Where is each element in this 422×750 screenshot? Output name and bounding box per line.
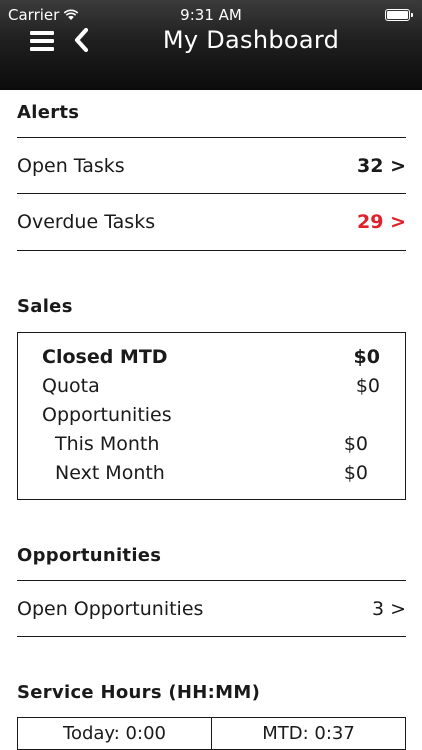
quota-value: $0 <box>355 375 380 397</box>
service-hours-section-title: Service Hours (HH:MM) <box>17 682 261 703</box>
closed-mtd-line: Closed MTD $0 <box>42 346 380 368</box>
closed-mtd-label: Closed MTD <box>42 346 168 368</box>
page-title: My Dashboard <box>162 26 340 54</box>
quota-label: Quota <box>42 375 100 397</box>
open-tasks-count: 32 > <box>357 155 406 177</box>
open-tasks-row[interactable]: Open Tasks 32 > <box>17 139 406 193</box>
open-tasks-label: Open Tasks <box>17 155 125 177</box>
next-month-label: Next Month <box>55 462 165 484</box>
menu-bar <box>30 39 54 43</box>
divider <box>17 250 406 251</box>
closed-mtd-value: $0 <box>353 346 380 368</box>
opportunities-section-title: Opportunities <box>17 545 162 566</box>
overdue-tasks-count: 29 > <box>357 211 406 233</box>
opportunities-label: Opportunities <box>42 404 172 426</box>
alerts-section-title: Alerts <box>17 102 80 123</box>
divider <box>17 580 406 581</box>
this-month-line: This Month $0 <box>55 433 368 455</box>
menu-icon[interactable] <box>30 31 54 51</box>
overdue-tasks-row[interactable]: Overdue Tasks 29 > <box>17 195 406 249</box>
sales-section-title: Sales <box>17 296 73 317</box>
overdue-tasks-label: Overdue Tasks <box>17 211 156 233</box>
service-hours-table: Today: 0:00 MTD: 0:37 <box>17 717 406 750</box>
today-hours-cell: Today: 0:00 <box>63 723 166 744</box>
divider <box>17 137 406 138</box>
sales-summary-box: Closed MTD $0 Quota $0 Opportunities Thi… <box>17 332 406 500</box>
divider <box>17 193 406 194</box>
divider <box>17 636 406 637</box>
menu-bar <box>30 31 54 35</box>
mtd-hours-cell: MTD: 0:37 <box>211 718 405 749</box>
open-opportunities-count: 3 > <box>371 598 406 620</box>
this-month-value: $0 <box>343 433 368 455</box>
menu-bar <box>30 47 54 51</box>
this-month-label: This Month <box>55 433 160 455</box>
open-opportunities-label: Open Opportunities <box>17 598 204 620</box>
next-month-value: $0 <box>343 462 368 484</box>
quota-line: Quota $0 <box>42 375 380 397</box>
nav-header: Carrier 9:31 AM My Dashboard <box>0 0 422 90</box>
next-month-line: Next Month $0 <box>55 462 368 484</box>
back-chevron-icon[interactable] <box>72 27 90 53</box>
status-time: 9:31 AM <box>180 6 242 24</box>
open-opportunities-row[interactable]: Open Opportunities 3 > <box>17 582 406 636</box>
battery-icon <box>385 9 413 21</box>
opportunities-line: Opportunities <box>42 404 380 426</box>
